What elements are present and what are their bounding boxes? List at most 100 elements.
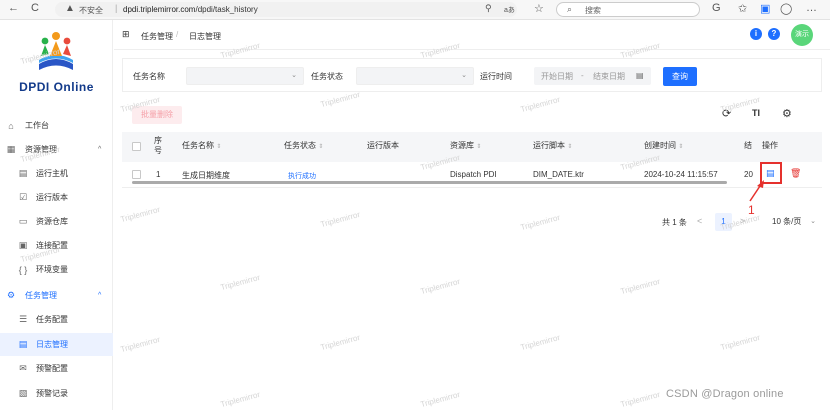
url-text[interactable]: dpdi.triplemirror.com/dpdi/task_history (123, 5, 258, 14)
chevron-up-icon: ^ (98, 292, 102, 299)
task-status-select[interactable]: ⌄ (356, 67, 474, 85)
folder-icon: ▭ (18, 216, 28, 226)
sidebar-item-label: 工作台 (25, 121, 49, 130)
col-index: 序号 (154, 136, 162, 155)
key-icon[interactable]: ⚲ (485, 3, 492, 14)
sidebar-item-label: 预警记录 (36, 389, 68, 398)
sidebar-item-task-management[interactable]: ⚙ 任务管理 ^ (0, 284, 113, 307)
delete-icon[interactable]: 🗑 (790, 168, 801, 179)
csdn-credit: CSDN @Dragon online (666, 388, 784, 400)
browser-search[interactable]: ⌕ 搜索 (556, 2, 700, 17)
url-path: /dpdi/task_history (195, 5, 258, 14)
star-icon[interactable]: ☆ (534, 2, 544, 15)
version-icon: ☑ (18, 192, 28, 202)
col-task-name[interactable]: 任务名称 ⇕ (182, 140, 221, 151)
sidebar-item-env-vars[interactable]: { } 环境变量 (0, 258, 113, 281)
col-repository[interactable]: 资源库 ⇕ (450, 140, 481, 151)
refresh-icon[interactable]: C (31, 2, 39, 14)
home-icon: ⌂ (8, 120, 14, 131)
more-icon[interactable]: … (806, 2, 817, 14)
end-date-input[interactable]: 结束日期 (593, 71, 625, 82)
address-bar[interactable]: ▲ 不安全 | dpdi.triplemirror.com/dpdi/task_… (55, 2, 517, 17)
cell-script: DIM_DATE.ktr (533, 170, 584, 179)
page-size-select[interactable]: 10 条/页 ⌄ (758, 213, 818, 231)
col-run-version: 运行版本 (367, 141, 399, 150)
col-script[interactable]: 运行脚本 ⇕ (533, 140, 572, 151)
sidebar-item-workbench[interactable]: ⌂ 工作台 (0, 114, 113, 137)
sidebar-item-label: 日志管理 (36, 340, 68, 349)
calendar-icon: ▤ (636, 71, 644, 80)
density-icon[interactable]: TI (752, 108, 760, 118)
col-created-time[interactable]: 创建时间 ⇕ (644, 140, 683, 151)
pagination-total: 共 1 条 (662, 218, 687, 227)
server-icon: ▤ (18, 168, 28, 178)
horizontal-scrollbar[interactable] (132, 181, 727, 184)
col-label: 创建时间 (644, 141, 676, 150)
col-actions: 操作 (762, 141, 778, 150)
sidebar-item-alert-config[interactable]: ✉ 预警配置 (0, 357, 113, 380)
sidebar-item-run-versions[interactable]: ☑ 运行版本 (0, 186, 113, 209)
run-time-range[interactable]: 开始日期 - 结束日期 ▤ (534, 67, 651, 85)
col-task-status[interactable]: 任务状态 ⇕ (284, 140, 323, 151)
search-placeholder: 搜索 (585, 6, 601, 15)
row-checkbox[interactable] (132, 170, 141, 179)
pagination: 共 1 条 < 1 > 10 条/页 ⌄ (122, 213, 822, 233)
braces-icon: { } (18, 264, 28, 275)
col-label: 任务状态 (284, 141, 316, 150)
col-label: 运行脚本 (533, 141, 565, 150)
date-range-separator: - (581, 71, 584, 80)
breadcrumb-separator: / (176, 30, 179, 39)
browser-chrome: ← C ▲ 不安全 | dpdi.triplemirror.com/dpdi/t… (0, 0, 830, 20)
sidebar: DPDI Online ⌂ 工作台 ▦ 资源管理 ^ ▤ 运行主机 ☑ 运行版本… (0, 20, 113, 410)
chevron-down-icon: ⌄ (810, 218, 816, 225)
table-toolbar: 批量删除 ⟳ TI ⚙ (122, 100, 822, 130)
sidebar-item-label: 资源仓库 (36, 217, 68, 226)
sort-icon: ⇕ (567, 144, 573, 150)
task-status-label: 任务状态 (311, 72, 343, 81)
view-log-icon[interactable]: ▤ (766, 168, 775, 179)
cell-task-name: 生成日期维度 (182, 171, 230, 180)
sort-icon: ⇕ (216, 144, 222, 150)
avatar[interactable]: 演示 (791, 24, 813, 46)
back-icon[interactable]: ← (8, 2, 19, 14)
document-icon: ▤ (18, 339, 28, 349)
gear-icon: ⚙ (6, 290, 16, 300)
sort-icon: ⇕ (318, 144, 324, 150)
table-header: 序号 任务名称 ⇕ 任务状态 ⇕ 运行版本 资源库 ⇕ 运行脚本 ⇕ 创建时间 … (122, 132, 822, 162)
connection-icon: ▣ (18, 240, 28, 250)
collections-icon[interactable]: ▣ (760, 2, 770, 15)
grid-icon: ▦ (6, 144, 16, 154)
sidebar-item-repositories[interactable]: ▭ 资源仓库 (0, 210, 113, 233)
sidebar-item-log-management[interactable]: ▤ 日志管理 (0, 333, 113, 356)
url-domain: dpdi.triplemirror.com (123, 5, 196, 14)
address-separator: | (115, 3, 118, 13)
sidebar-item-label: 运行版本 (36, 193, 68, 202)
col-label: 任务名称 (182, 141, 214, 150)
apps-grid-icon[interactable]: ⊞ (122, 29, 130, 40)
reader-icon[interactable]: aあ (504, 5, 515, 15)
sidebar-item-task-config[interactable]: ☰ 任务配置 (0, 308, 113, 331)
sidebar-item-alert-records[interactable]: ▧ 预警记录 (0, 382, 113, 405)
start-date-input[interactable]: 开始日期 (541, 71, 573, 82)
query-button[interactable]: 查询 (663, 67, 697, 86)
info-icon[interactable]: i (750, 28, 762, 40)
prev-page-icon[interactable]: < (697, 216, 702, 226)
breadcrumb-parent[interactable]: 任务管理 (141, 31, 173, 42)
favorites-icon[interactable]: ✩ (738, 2, 747, 15)
col-label: 资源库 (450, 141, 474, 150)
table-row: 1 生成日期维度 执行成功 Dispatch PDI DIM_DATE.ktr … (122, 162, 822, 188)
sidebar-item-label: 任务管理 (25, 291, 57, 300)
select-all-checkbox[interactable] (132, 142, 141, 151)
settings-icon[interactable]: ⚙ (782, 107, 792, 120)
col-end: 结 (744, 141, 752, 150)
insecure-label: 不安全 (79, 6, 103, 15)
chevron-down-icon: ⌄ (461, 72, 467, 79)
cell-repository: Dispatch PDI (450, 170, 497, 179)
sidebar-item-run-hosts[interactable]: ▤ 运行主机 (0, 162, 113, 185)
extension-icon[interactable]: G (712, 2, 721, 14)
task-name-select[interactable]: ⌄ (186, 67, 304, 85)
warning-icon: ▲ (65, 3, 75, 14)
help-icon[interactable]: ? (768, 28, 780, 40)
profile-icon[interactable]: ◯ (780, 2, 792, 15)
cell-end: 20 (744, 170, 753, 179)
